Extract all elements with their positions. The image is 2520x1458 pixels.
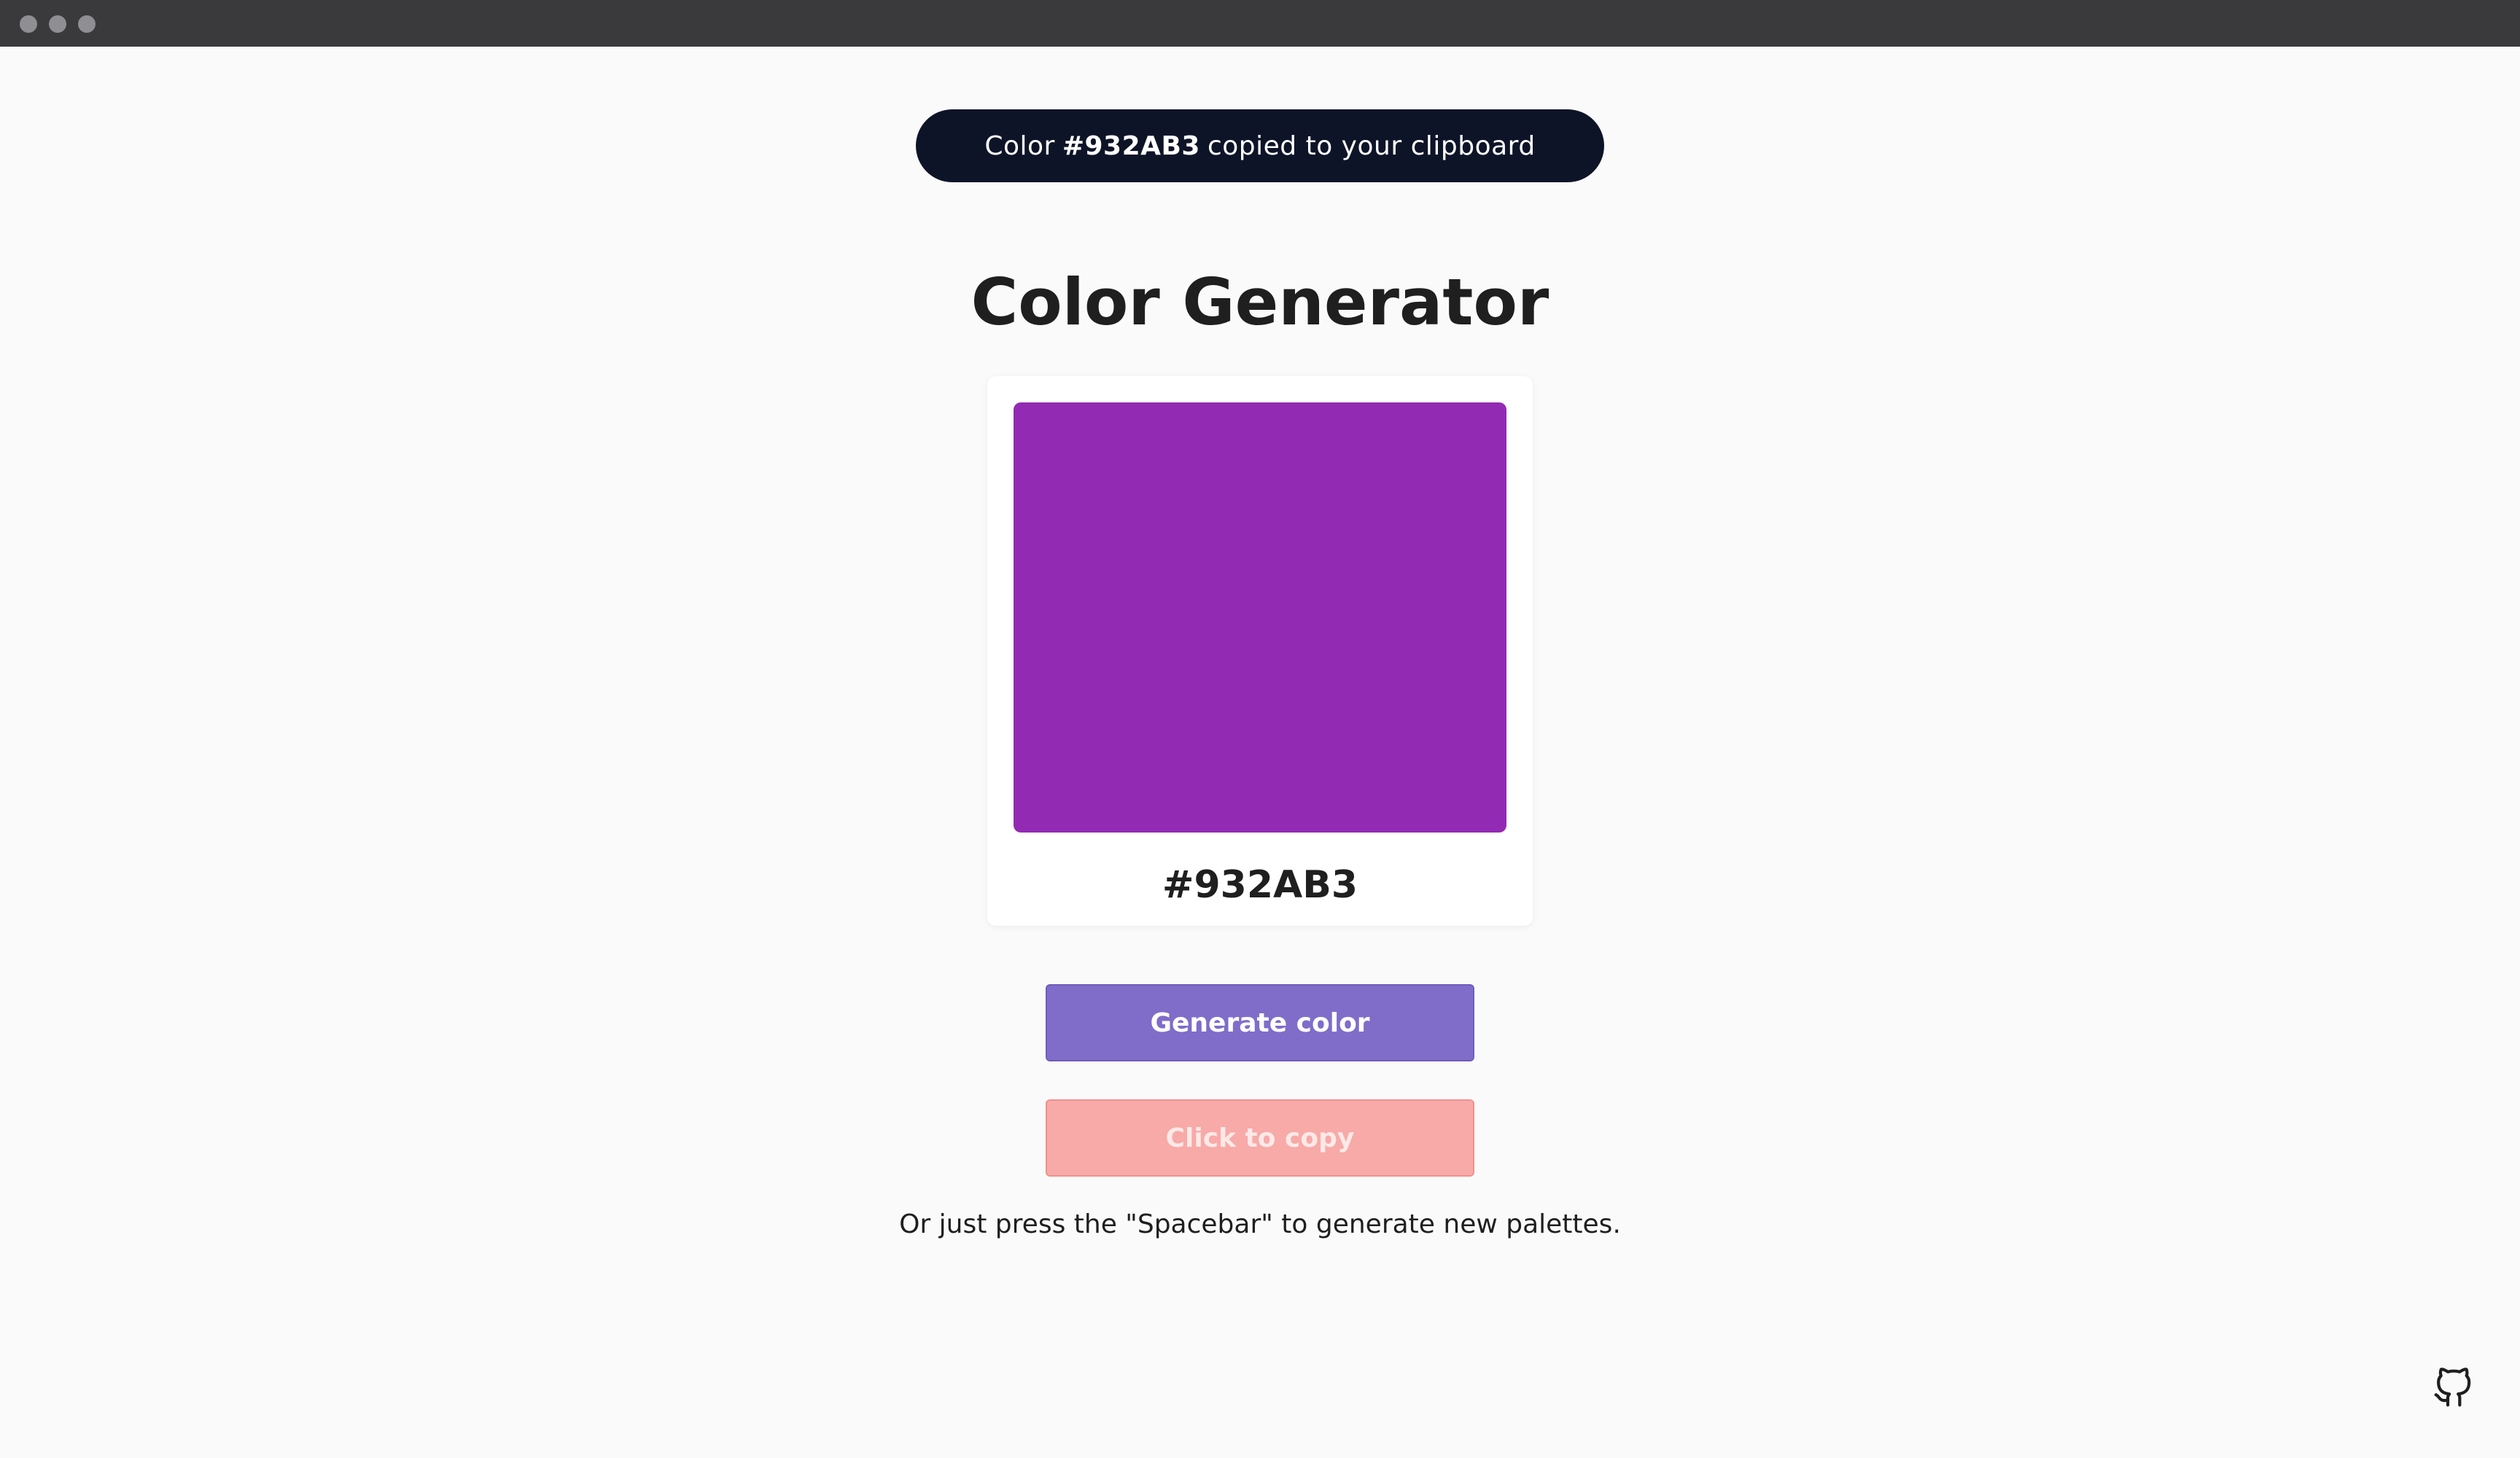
toast-prefix: Color — [984, 130, 1055, 161]
color-hex-label: #932AB3 — [1162, 863, 1358, 907]
page-title: Color Generator — [971, 265, 1549, 340]
window-close-dot[interactable] — [20, 15, 37, 33]
toast-color-code: #932AB3 — [1062, 130, 1200, 161]
spacebar-hint: Or just press the "Spacebar" to generate… — [899, 1209, 1621, 1239]
github-link[interactable] — [2432, 1368, 2473, 1408]
copied-toast: Color #932AB3 copied to your clipboard — [916, 109, 1604, 182]
github-icon — [2434, 1368, 2471, 1407]
window-titlebar — [0, 0, 2520, 47]
window-maximize-dot[interactable] — [78, 15, 96, 33]
click-to-copy-button[interactable]: Click to copy — [1046, 1099, 1474, 1177]
toast-suffix: copied to your clipboard — [1207, 130, 1536, 161]
color-card: #932AB3 — [987, 376, 1533, 926]
color-swatch[interactable] — [1014, 402, 1506, 833]
window-minimize-dot[interactable] — [49, 15, 66, 33]
generate-color-button[interactable]: Generate color — [1046, 984, 1474, 1061]
